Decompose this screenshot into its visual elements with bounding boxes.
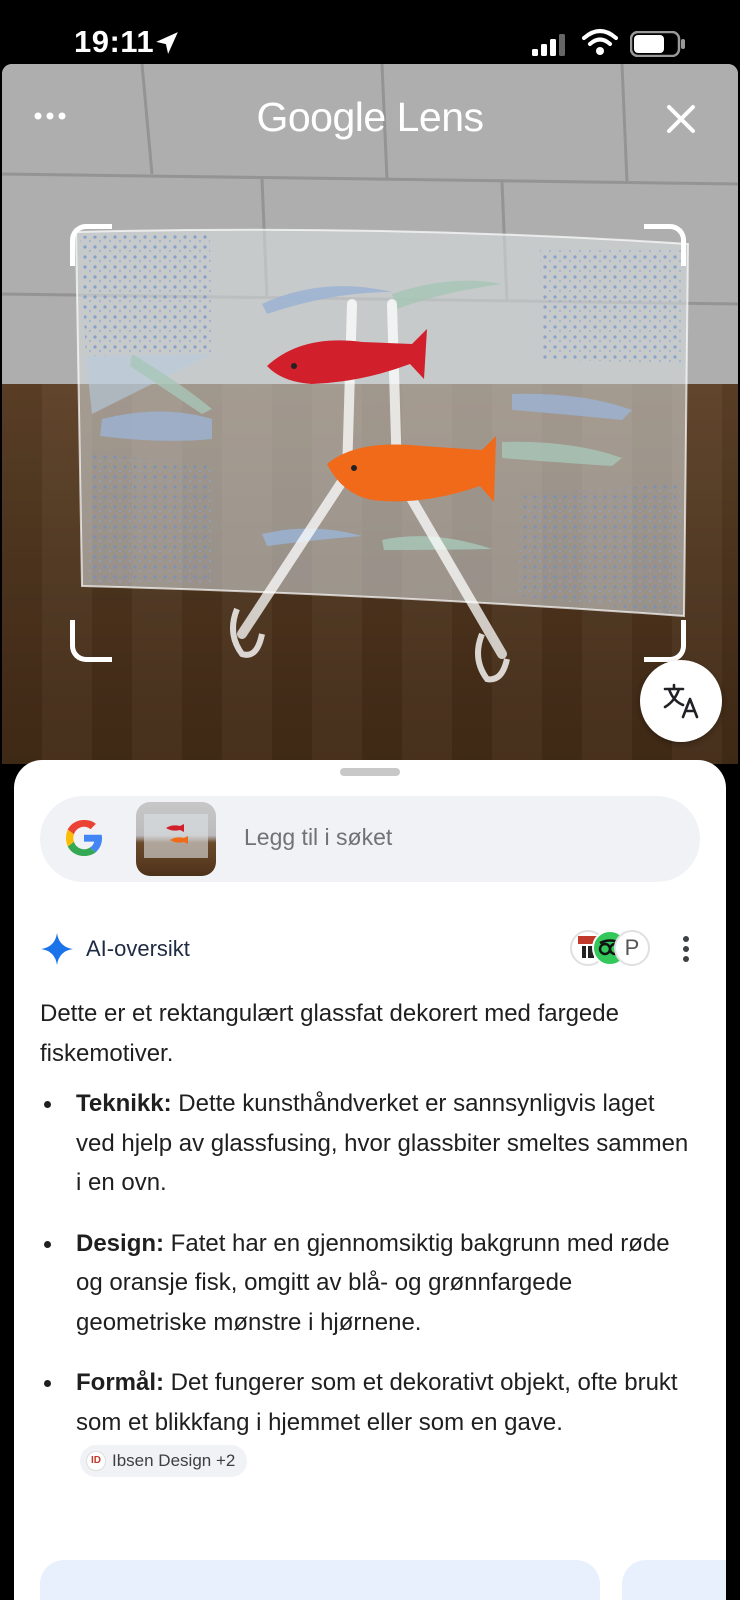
crop-corner-bottom-right[interactable] (644, 620, 686, 662)
sparkle-icon (41, 933, 73, 965)
app-title: Google Lens (256, 94, 484, 140)
status-time: 19:11 (74, 24, 155, 59)
source-chip-label: Ibsen Design +2 (112, 1450, 236, 1470)
search-bar[interactable]: Legg til i søket (40, 796, 700, 882)
source-p-icon: P (614, 930, 650, 966)
close-icon[interactable] (664, 102, 698, 136)
source-chip[interactable]: ID Ibsen Design +2 (80, 1444, 248, 1477)
source-icons[interactable]: P (570, 930, 650, 966)
sheet-drag-handle[interactable] (340, 768, 400, 776)
crop-corner-bottom-left[interactable] (70, 620, 112, 662)
result-card[interactable] (40, 1560, 600, 1600)
glass-plate-photo (74, 228, 690, 683)
bullet-text: Fatet har en gjennomsiktig bakgrunn med … (76, 1229, 670, 1336)
bullet-purpose: Formål: Det fungerer som et dekorativt o… (40, 1363, 690, 1482)
cellular-signal-icon (532, 34, 565, 56)
wifi-icon (582, 29, 618, 55)
translate-icon (663, 683, 699, 719)
crop-corner-top-right[interactable] (644, 224, 686, 266)
status-bar: 19:11 (0, 0, 740, 64)
bullet-title: Formål: (76, 1369, 165, 1396)
battery-icon (630, 31, 685, 57)
image-thumbnail[interactable] (136, 802, 216, 876)
search-placeholder: Legg til i søket (244, 824, 393, 850)
bullet-title: Design: (76, 1229, 165, 1257)
camera-viewfinder[interactable]: Google Lens (2, 64, 738, 764)
ai-overview-label: AI-oversikt (86, 936, 190, 961)
ai-overview-intro: Dette er et rektangulært glassfat dekore… (40, 1000, 619, 1067)
location-arrow-icon (156, 32, 178, 54)
bullet-design: Design: Fatet har en gjennomsiktig bakgr… (40, 1224, 690, 1343)
ibsen-logo-icon: ID (86, 1450, 106, 1471)
crop-corner-top-left[interactable] (70, 224, 112, 266)
bullet-text: Det fungerer som et dekorativt objekt, o… (76, 1369, 678, 1436)
bullet-technique: Teknikk: Dette kunsthåndverket er sannsy… (40, 1084, 690, 1203)
results-sheet[interactable]: Legg til i søket AI-oversikt P Dette er … (14, 760, 726, 1600)
result-card[interactable] (622, 1560, 726, 1600)
ai-overview-header: AI-oversikt P (40, 930, 700, 970)
kebab-menu-icon[interactable] (680, 934, 692, 964)
ai-overview-bullets: Teknikk: Dette kunsthåndverket er sannsy… (40, 1084, 690, 1503)
bullet-title: Teknikk: (76, 1090, 172, 1117)
translate-button[interactable] (640, 660, 722, 742)
google-g-icon (66, 820, 102, 856)
